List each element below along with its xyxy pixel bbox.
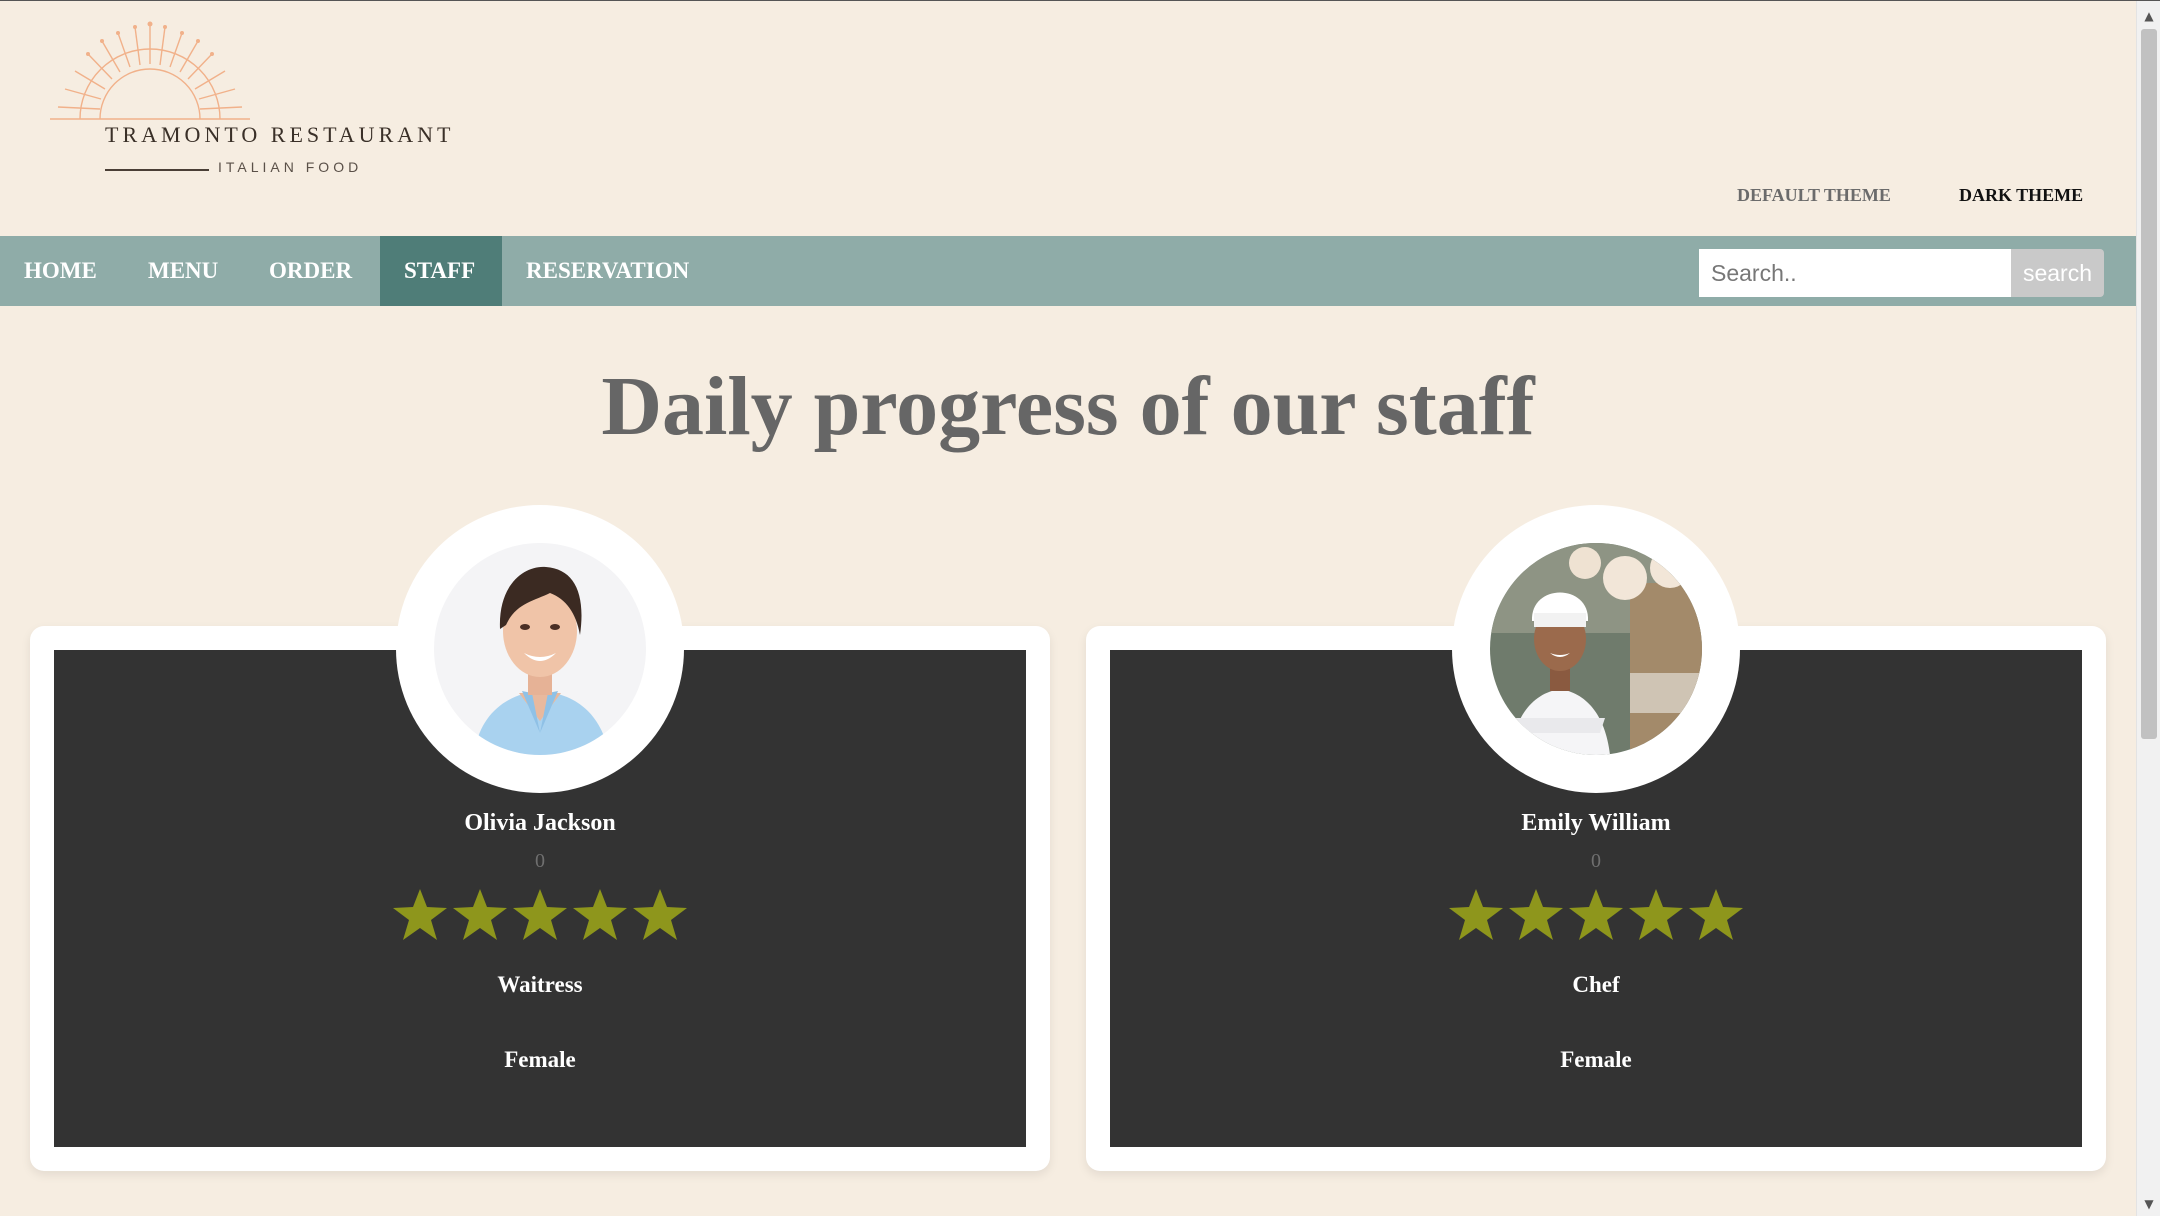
sunburst-logo-icon <box>50 21 250 120</box>
staff-role: Chef <box>1572 972 1620 997</box>
star-icon[interactable] <box>510 886 570 944</box>
woman-portrait-photo <box>434 543 646 755</box>
star-icon[interactable] <box>1446 886 1506 944</box>
staff-name: Olivia Jackson <box>464 810 616 836</box>
dark-theme-button[interactable]: DARK THEME <box>1959 185 2083 206</box>
star-icon[interactable] <box>570 886 630 944</box>
star-icon[interactable] <box>1506 886 1566 944</box>
logo-divider <box>105 169 209 171</box>
star-icon[interactable] <box>1626 886 1686 944</box>
logo-name: TRAMONTO RESTAURANT <box>105 122 455 147</box>
star-icon[interactable] <box>390 886 450 944</box>
staff-name: Emily William <box>1521 810 1671 836</box>
chef-portrait-photo <box>1490 543 1702 755</box>
star-icon[interactable] <box>630 886 690 944</box>
avatar <box>434 543 646 755</box>
nav-item-order[interactable]: ORDER <box>245 236 376 306</box>
nav-item-staff[interactable]: STAFF <box>380 236 502 306</box>
star-rating <box>1086 886 2106 944</box>
staff-gender: Female <box>1560 1047 1632 1072</box>
staff-role: Waitress <box>497 972 583 997</box>
page: TRAMONTO RESTAURANT ITALIAN FOOD DEFAULT… <box>0 0 2160 1216</box>
scroll-down-icon[interactable]: ▼ <box>2137 1193 2160 1215</box>
nav-item-reservation[interactable]: RESERVATION <box>502 236 713 306</box>
avatar <box>1490 543 1702 755</box>
avatar-frame <box>396 505 684 793</box>
logo[interactable]: TRAMONTO RESTAURANT ITALIAN FOOD <box>50 19 450 189</box>
nav-item-home[interactable]: HOME <box>0 236 121 306</box>
staff-card: Emily William 0 Chef Female <box>1086 505 2106 1171</box>
staff-card: Olivia Jackson 0 Waitress Female <box>30 505 1050 1171</box>
default-theme-button[interactable]: DEFAULT THEME <box>1737 185 1891 206</box>
scroll-up-icon[interactable]: ▲ <box>2137 5 2160 27</box>
staff-gender: Female <box>504 1047 576 1072</box>
staff-score: 0 <box>1591 850 1601 872</box>
vertical-scrollbar[interactable]: ▲ ▼ <box>2136 1 2160 1216</box>
page-title: Daily progress of our staff <box>601 360 1535 453</box>
star-icon[interactable] <box>1566 886 1626 944</box>
search-input[interactable] <box>1699 249 2011 297</box>
staff-score: 0 <box>535 850 545 872</box>
search-button[interactable]: search <box>2011 249 2104 297</box>
star-rating <box>30 886 1050 944</box>
nav-bar: HOME MENU ORDER STAFF RESERVATION search <box>0 236 2136 306</box>
avatar-frame <box>1452 505 1740 793</box>
nav-item-menu[interactable]: MENU <box>124 236 242 306</box>
star-icon[interactable] <box>450 886 510 944</box>
scrollbar-thumb[interactable] <box>2141 29 2157 739</box>
star-icon[interactable] <box>1686 886 1746 944</box>
logo-tagline: ITALIAN FOOD <box>218 159 363 175</box>
header: TRAMONTO RESTAURANT ITALIAN FOOD DEFAULT… <box>0 1 2136 236</box>
